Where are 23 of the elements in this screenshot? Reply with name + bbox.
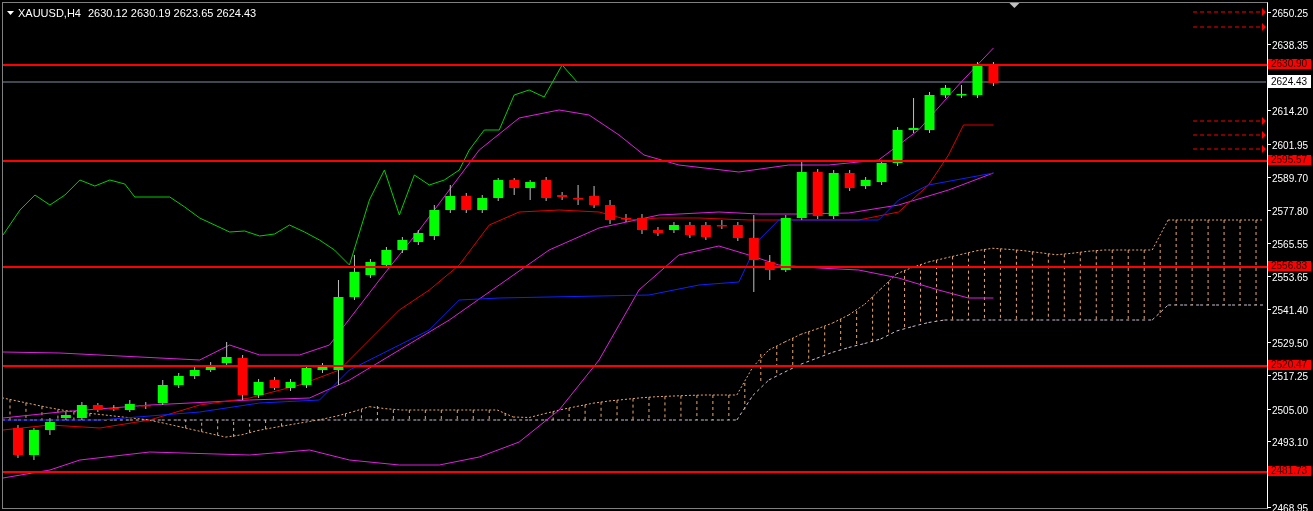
price-tick-label: 2505.00 [1272,404,1309,416]
price-tick-label: 2541.40 [1272,305,1309,317]
price-tick-label: 2638.35 [1272,40,1309,52]
price-tick-label: 2517.25 [1272,371,1309,383]
price-tick-label: 2493.10 [1272,437,1309,448]
price-tick-label: 2614.20 [1272,106,1309,118]
price-tick-label: 2529.50 [1272,337,1309,349]
price-tick-label: 2589.70 [1272,173,1309,185]
chart-shift-marker-icon[interactable] [1009,3,1020,8]
price-tick-label: 2565.55 [1272,239,1309,251]
price-level-label: 2556.83 [1268,261,1311,272]
price-level-label: 2520.47 [1268,360,1311,371]
ohlc-values: 2630.12 2630.19 2623.65 2624.43 [87,6,257,20]
price-tick-label: 2650.25 [1272,8,1309,19]
price-level-label: 2481.73 [1268,466,1311,477]
price-level-label: 2595.57 [1268,155,1311,166]
price-tick-label: 2553.65 [1272,271,1309,283]
symbol-label: XAUUSD,H4 [18,6,81,20]
price-level-label: 2630.90 [1268,58,1311,69]
price-tick-label: 2601.95 [1272,139,1309,151]
price-tick-label: 2577.80 [1272,205,1309,217]
current-price-label: 2624.43 [1268,75,1311,89]
dropdown-triangle-icon[interactable] [7,11,14,15]
